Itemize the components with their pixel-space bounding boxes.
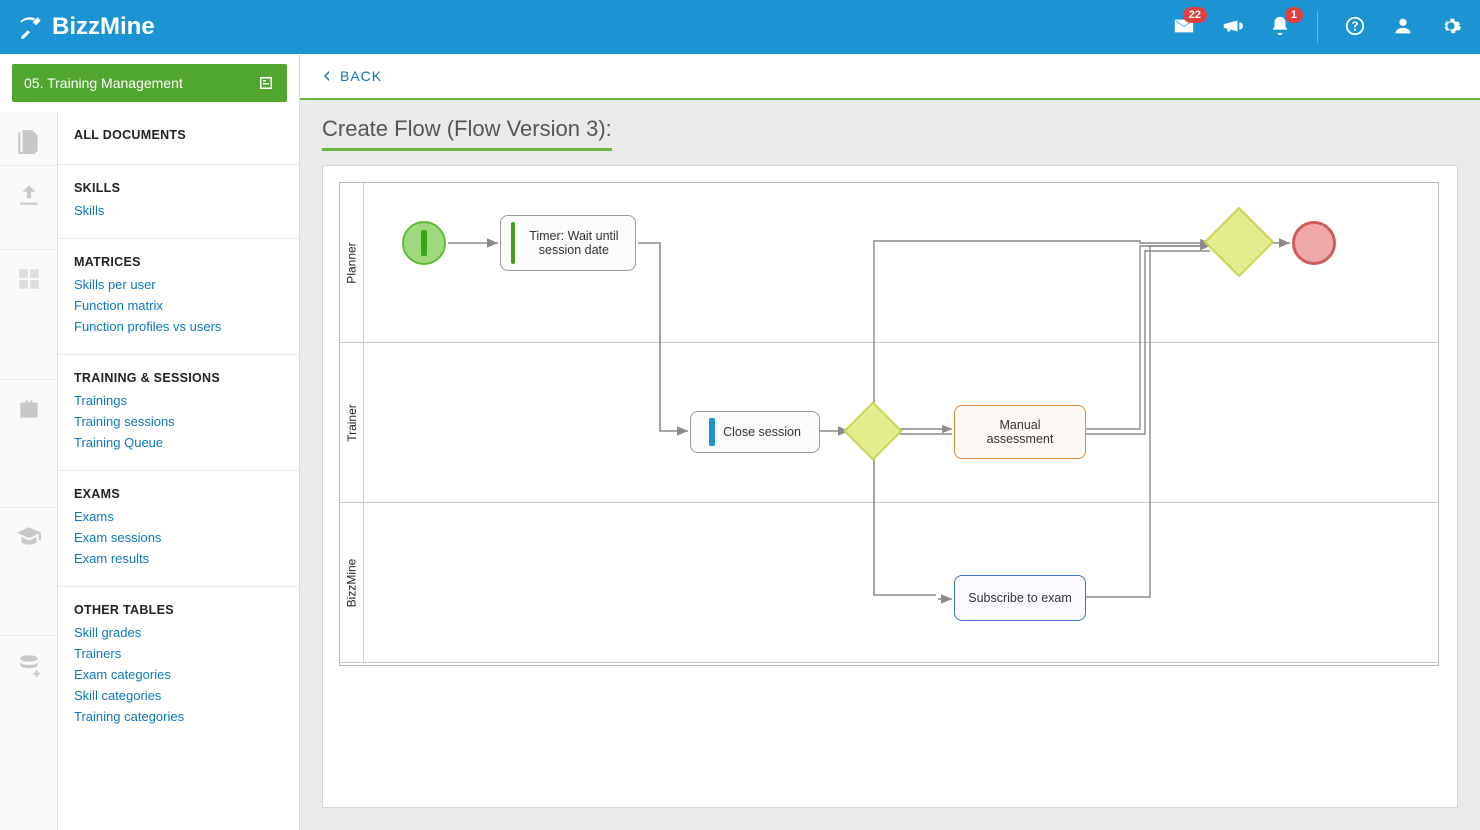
graduation-cap-icon [16,524,42,550]
rail-skills[interactable] [0,166,57,250]
megaphone-icon [1221,15,1243,37]
task-label: Timer: Wait until session date [523,229,625,257]
mail-badge: 22 [1183,7,1207,23]
collection-icon [257,74,275,92]
lane-label: Trainer [340,343,364,502]
help-icon [1344,15,1366,37]
nav-group-skills: SKILLS Skills [58,165,299,239]
nav-group-exams: EXAMS Exams Exam sessions Exam results [58,471,299,587]
nav-title[interactable]: ALL DOCUMENTS [74,128,283,142]
sidebar-header[interactable]: 05. Training Management [12,64,287,102]
nav-link-exam-results[interactable]: Exam results [74,551,283,566]
help-button[interactable] [1344,15,1366,40]
nav-title: SKILLS [74,181,283,195]
nav-link-skill-categories[interactable]: Skill categories [74,688,283,703]
nav-group-all-documents: ALL DOCUMENTS [58,112,299,165]
nav-title: MATRICES [74,255,283,269]
task-close-session[interactable]: Close session [690,411,820,453]
nav-title: TRAINING & SESSIONS [74,371,283,385]
announcements-button[interactable] [1221,15,1243,40]
grid-icon [16,266,42,292]
lane-label: Planner [340,183,364,342]
database-plus-icon [16,652,42,678]
upload-icon [16,182,42,208]
lane-bizzmine: BizzMine [340,503,1438,663]
lane-label: BizzMine [340,503,364,662]
task-subscribe-exam[interactable]: Subscribe to exam [954,575,1086,621]
nav-group-matrices: MATRICES Skills per user Function matrix… [58,239,299,355]
topbar: BizzMine 22 1 [0,0,1480,54]
nav-link-exams[interactable]: Exams [74,509,283,524]
nav-link-trainers[interactable]: Trainers [74,646,283,661]
page-title: Create Flow (Flow Version 3): [322,116,612,151]
chevron-left-icon [322,71,332,81]
settings-button[interactable] [1440,15,1462,40]
task-label: Subscribe to exam [968,591,1072,605]
task-label: Manual assessment [965,418,1075,446]
nav-link-exam-sessions[interactable]: Exam sessions [74,530,283,545]
notifications-button[interactable]: 1 [1269,15,1291,40]
topbar-actions: 22 1 [1173,11,1462,43]
topbar-divider [1317,11,1318,43]
nav-link-training-sessions[interactable]: Training sessions [74,414,283,429]
nav-link-training-categories[interactable]: Training categories [74,709,283,724]
task-label: Close session [723,425,801,439]
documents-icon [16,128,42,154]
nav-link-function-matrix[interactable]: Function matrix [74,298,283,313]
gateway-split[interactable] [852,410,894,452]
briefcase-icon [16,396,42,422]
main-area: BACK Create Flow (Flow Version 3): Plann… [300,54,1480,830]
nav-title: EXAMS [74,487,283,501]
task-timer[interactable]: Timer: Wait until session date [500,215,636,271]
bpmn-pool: Planner Trainer BizzMine [339,182,1439,666]
start-event[interactable] [402,221,446,265]
nav-link-skills-per-user[interactable]: Skills per user [74,277,283,292]
sidebar-nav: ALL DOCUMENTS SKILLS Skills MATRICES Ski… [58,112,299,830]
app-name: BizzMine [52,13,155,41]
rail-exams[interactable] [0,508,57,636]
nav-link-function-profiles[interactable]: Function profiles vs users [74,319,283,334]
sidebar: 05. Training Management ALL DOCUMENTS SK… [0,54,300,830]
rail-other[interactable] [0,636,57,830]
profile-button[interactable] [1392,15,1414,40]
end-event[interactable] [1292,221,1336,265]
nav-group-training: TRAINING & SESSIONS Trainings Training s… [58,355,299,471]
sidebar-header-label: 05. Training Management [24,75,183,91]
nav-link-exam-categories[interactable]: Exam categories [74,667,283,682]
back-label: BACK [340,68,382,84]
nav-title: OTHER TABLES [74,603,283,617]
app-logo[interactable]: BizzMine [18,13,155,41]
nav-link-skill-grades[interactable]: Skill grades [74,625,283,640]
pickaxe-icon [18,14,44,40]
back-button[interactable]: BACK [300,54,1480,100]
gateway-merge[interactable] [1214,217,1264,267]
flow-canvas[interactable]: Planner Trainer BizzMine [322,165,1458,808]
nav-link-trainings[interactable]: Trainings [74,393,283,408]
nav-link-skills[interactable]: Skills [74,203,283,218]
task-manual-assessment[interactable]: Manual assessment [954,405,1086,459]
nav-link-training-queue[interactable]: Training Queue [74,435,283,450]
sidebar-rail [0,112,58,830]
rail-training[interactable] [0,380,57,508]
gear-icon [1440,15,1462,37]
nav-group-other: OTHER TABLES Skill grades Trainers Exam … [58,587,299,744]
mail-button[interactable]: 22 [1173,15,1195,40]
bell-badge: 1 [1285,7,1303,23]
user-icon [1392,15,1414,37]
rail-documents[interactable] [0,112,57,166]
rail-matrices[interactable] [0,250,57,380]
